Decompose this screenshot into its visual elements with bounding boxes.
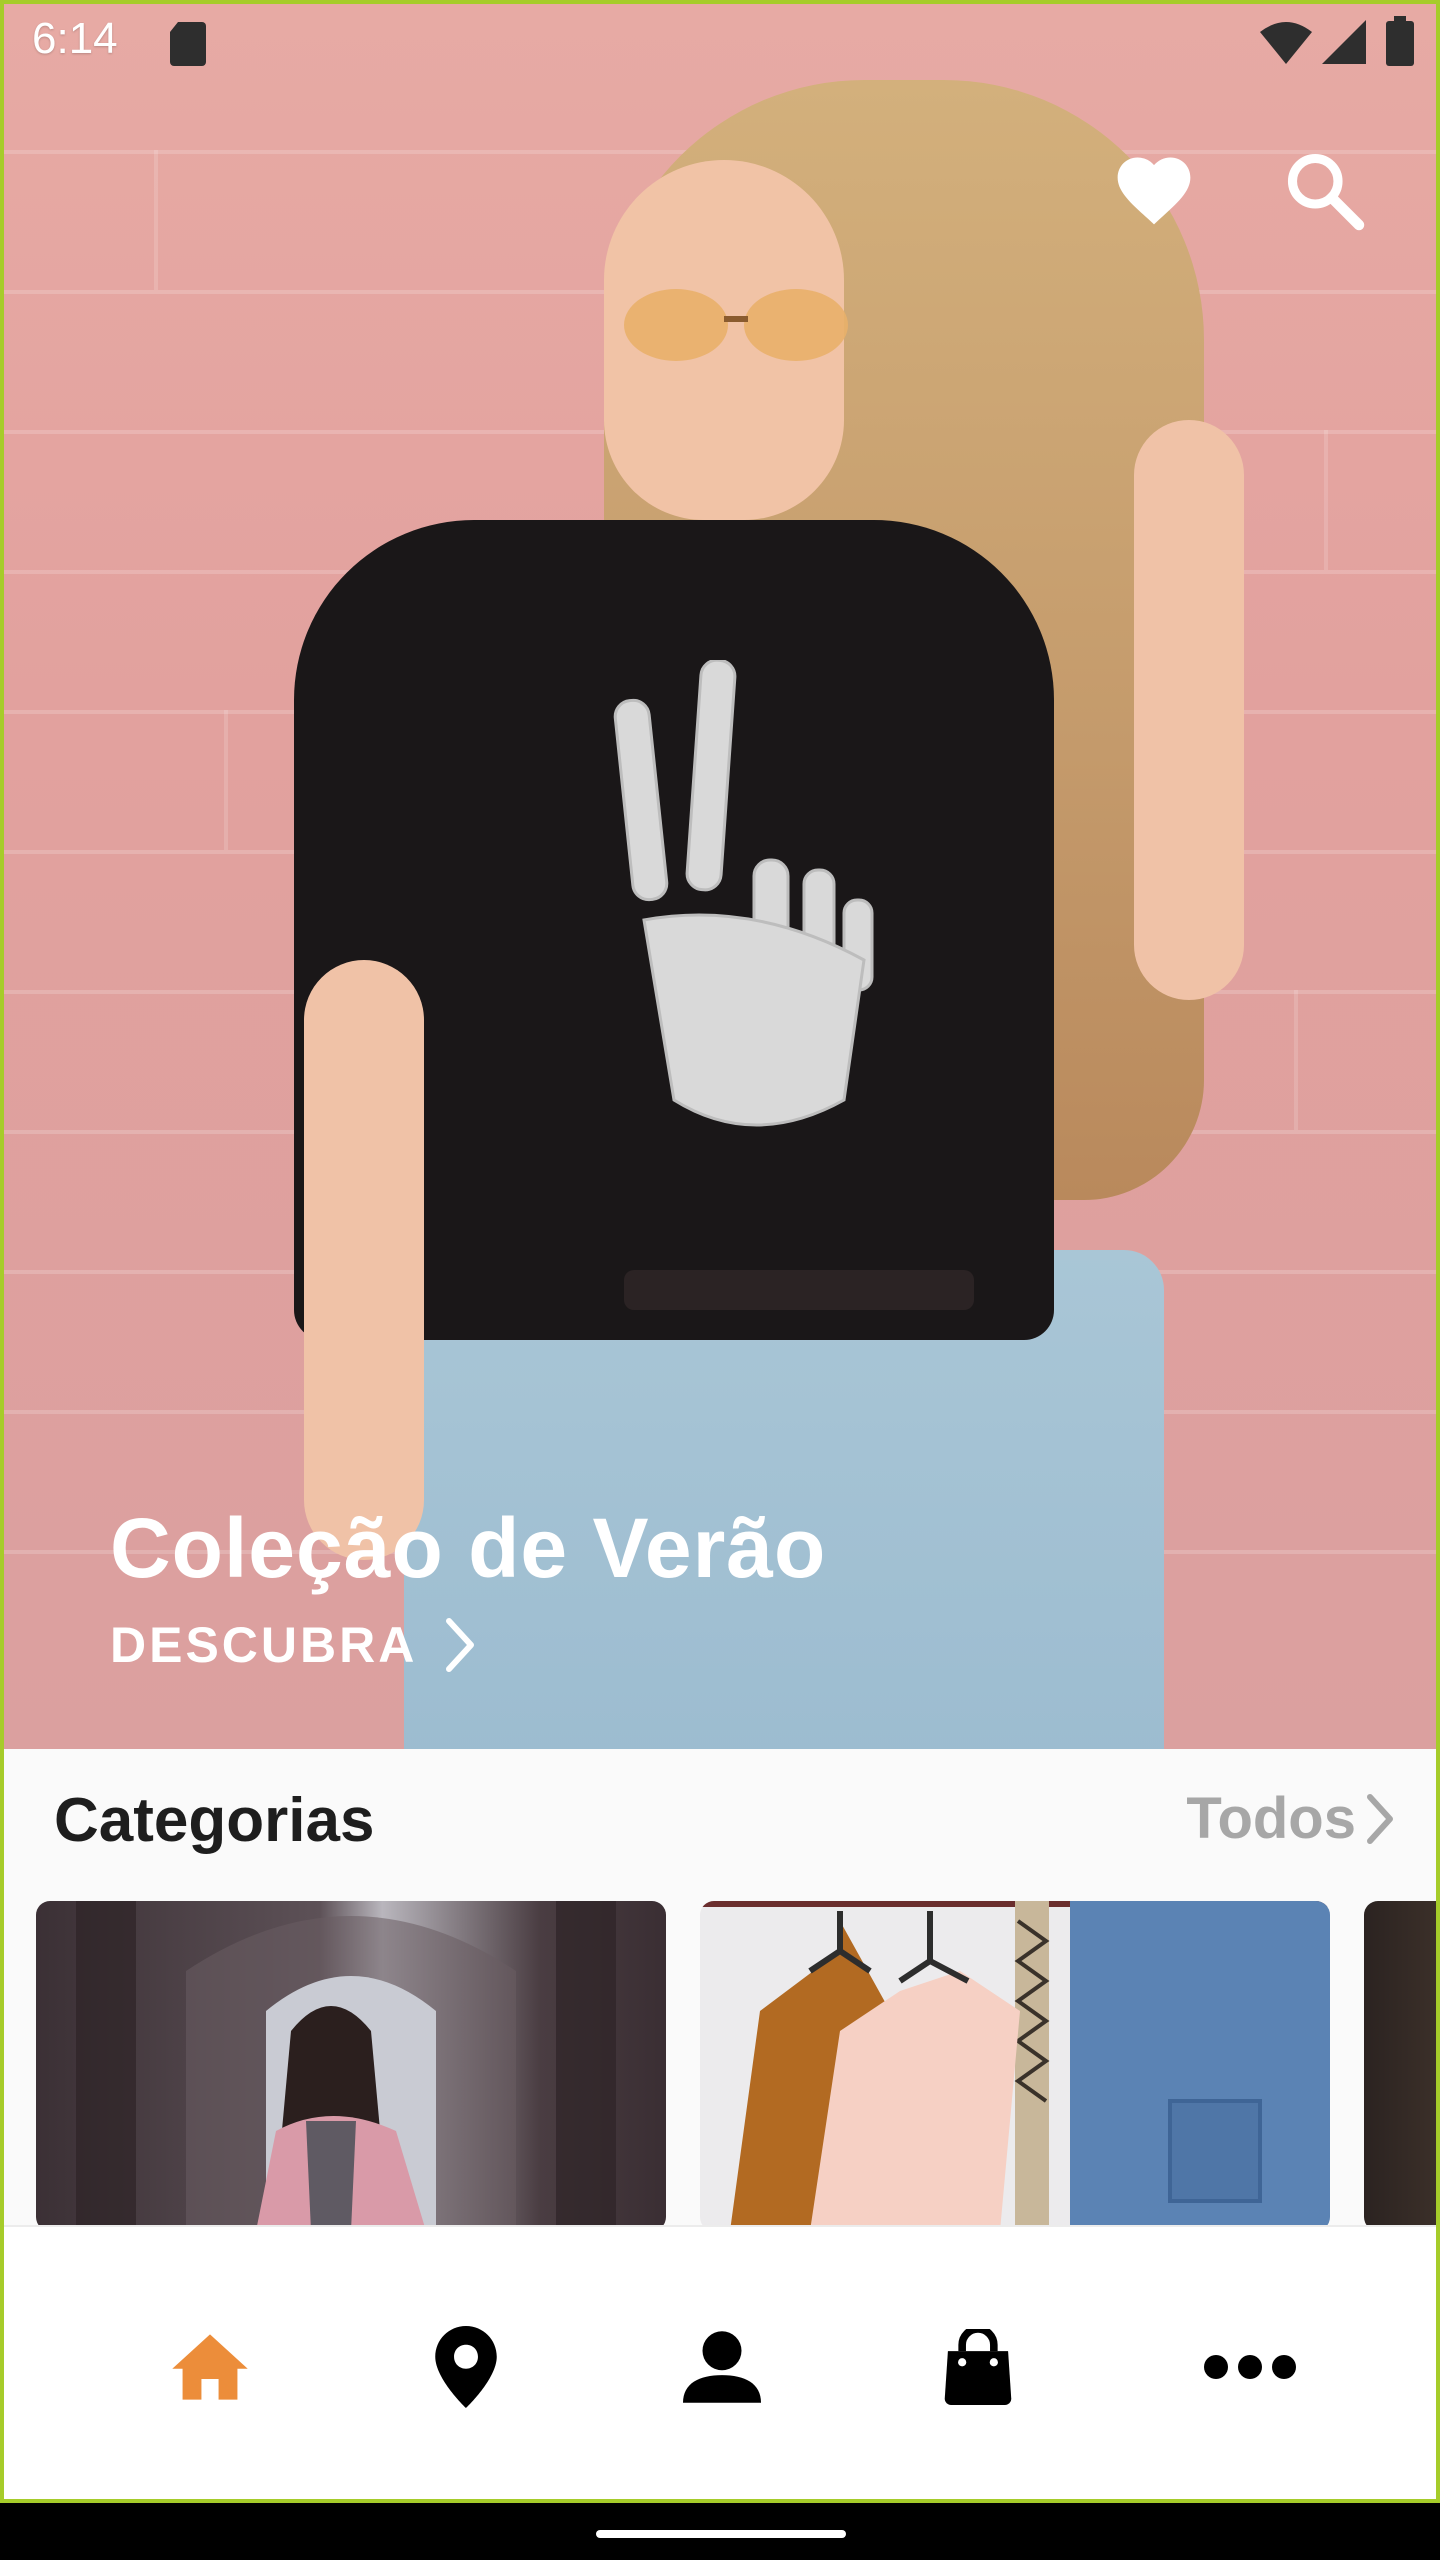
person-icon — [683, 2331, 761, 2403]
sunglasses-shape — [624, 289, 848, 361]
status-time: 6:14 — [32, 14, 118, 63]
bottom-navigation — [4, 2225, 1436, 2505]
location-pin-icon — [435, 2326, 497, 2408]
skeleton-hand-print — [613, 660, 874, 1127]
model-arm-left — [304, 960, 424, 1560]
nav-home[interactable] — [140, 2297, 280, 2437]
wall-joint — [154, 150, 158, 290]
wall-joint — [1294, 990, 1298, 1130]
category-card-3[interactable] — [1364, 1901, 1436, 2225]
sd-card-icon — [170, 22, 206, 66]
category-card-1[interactable] — [36, 1901, 666, 2225]
category-image-woman — [76, 1901, 616, 2225]
frame-border-top — [0, 0, 1440, 4]
cell-signal-icon — [1322, 20, 1366, 64]
wifi-icon — [1260, 22, 1312, 64]
chevron-right-icon — [1367, 1793, 1393, 1844]
category-card-2[interactable] — [700, 1901, 1330, 2225]
nav-more[interactable] — [1180, 2297, 1320, 2437]
nav-bag[interactable] — [908, 2297, 1048, 2437]
home-icon — [172, 2334, 248, 2400]
see-all-link[interactable]: Todos — [1186, 1785, 1396, 1852]
discover-link[interactable]: DESCUBRA — [110, 1616, 475, 1674]
discover-label: DESCUBRA — [110, 1617, 418, 1673]
categories-section: Categorias Todos — [4, 1749, 1436, 2225]
nav-profile[interactable] — [652, 2297, 792, 2437]
app-screen: 6:14 Coleção de Verão DESCUBRA Categoria… — [0, 0, 1440, 2560]
see-all-label: Todos — [1186, 1786, 1356, 1851]
heart-icon[interactable] — [1110, 148, 1198, 228]
model-belt — [624, 1270, 974, 1310]
chevron-right-icon — [446, 1618, 475, 1672]
battery-icon — [1386, 16, 1414, 66]
frame-border-bottom — [0, 2499, 1440, 2503]
frame-border-left — [0, 0, 4, 2503]
wall-joint — [1324, 430, 1328, 570]
nav-location[interactable] — [396, 2297, 536, 2437]
category-image-clothes — [700, 1901, 1330, 2225]
model-arm-right — [1134, 420, 1244, 1000]
shopping-bag-icon — [944, 2329, 1012, 2405]
hero-title: Coleção de Verão — [110, 1501, 827, 1595]
gesture-handle[interactable] — [596, 2530, 846, 2538]
frame-border-right — [1436, 0, 1440, 2503]
more-dots-icon — [1204, 2355, 1296, 2379]
categories-title: Categorias — [54, 1786, 375, 1855]
hero-banner[interactable]: 6:14 Coleção de Verão DESCUBRA — [4, 0, 1436, 1749]
search-icon[interactable] — [1282, 148, 1366, 232]
wall-joint — [224, 710, 228, 850]
